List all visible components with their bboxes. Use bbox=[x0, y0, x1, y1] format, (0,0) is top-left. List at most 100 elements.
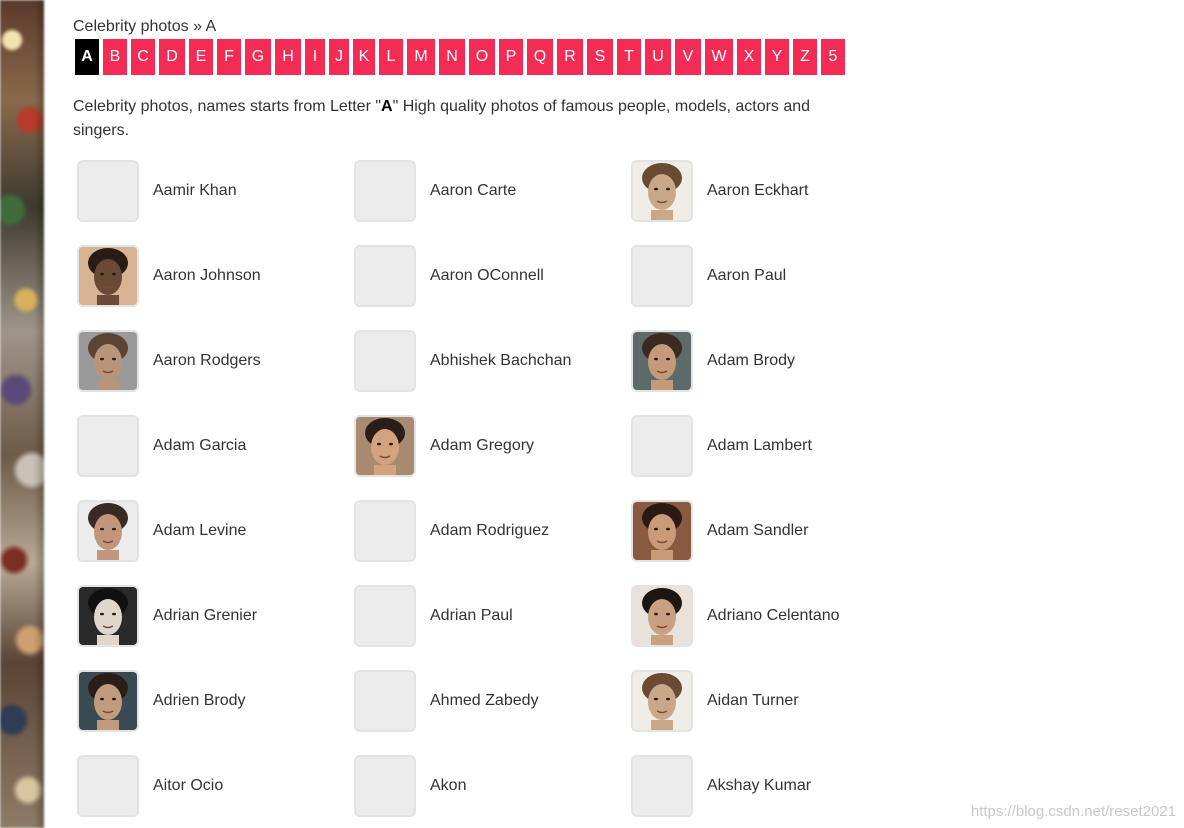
letter-link-e[interactable]: E bbox=[189, 39, 213, 75]
celebrity-photo-placeholder[interactable] bbox=[77, 415, 139, 477]
celebrity-item[interactable]: Adam Sandler bbox=[631, 498, 808, 564]
celebrity-photo[interactable] bbox=[631, 585, 693, 647]
celebrity-item[interactable]: Aaron Rodgers bbox=[77, 328, 261, 394]
celebrity-name[interactable]: Abhishek Bachchan bbox=[430, 352, 571, 370]
celebrity-name[interactable]: Adam Gregory bbox=[430, 437, 534, 455]
celebrity-photo-placeholder[interactable] bbox=[631, 755, 693, 817]
celebrity-item[interactable]: Adam Gregory bbox=[354, 413, 534, 479]
celebrity-photo[interactable] bbox=[631, 330, 693, 392]
letter-link-f[interactable]: F bbox=[217, 39, 241, 75]
celebrity-photo-placeholder[interactable] bbox=[354, 330, 416, 392]
celebrity-item[interactable]: Adam Brody bbox=[631, 328, 795, 394]
letter-link-z[interactable]: Z bbox=[793, 39, 817, 75]
celebrity-item[interactable]: Aidan Turner bbox=[631, 668, 799, 734]
celebrity-photo[interactable] bbox=[77, 585, 139, 647]
celebrity-name[interactable]: Aaron Johnson bbox=[153, 267, 261, 285]
celebrity-item[interactable]: Adam Garcia bbox=[77, 413, 246, 479]
letter-link-u[interactable]: U bbox=[645, 39, 671, 75]
celebrity-photo-placeholder[interactable] bbox=[354, 755, 416, 817]
celebrity-name[interactable]: Aaron Carte bbox=[430, 182, 516, 200]
celebrity-name[interactable]: Aaron Paul bbox=[707, 267, 786, 285]
letter-link-x[interactable]: X bbox=[737, 39, 761, 75]
celebrity-item[interactable]: Aaron OConnell bbox=[354, 243, 544, 309]
celebrity-name[interactable]: Aaron OConnell bbox=[430, 267, 544, 285]
celebrity-photo[interactable] bbox=[631, 500, 693, 562]
letter-link-g[interactable]: G bbox=[245, 39, 271, 75]
celebrity-name[interactable]: Akon bbox=[430, 777, 466, 795]
celebrity-item[interactable]: Abhishek Bachchan bbox=[354, 328, 571, 394]
celebrity-photo[interactable] bbox=[631, 160, 693, 222]
celebrity-name[interactable]: Akshay Kumar bbox=[707, 777, 811, 795]
letter-link-k[interactable]: K bbox=[353, 39, 375, 75]
celebrity-photo-placeholder[interactable] bbox=[77, 160, 139, 222]
celebrity-item[interactable]: Aaron Paul bbox=[631, 243, 786, 309]
letter-link-h[interactable]: H bbox=[275, 39, 301, 75]
letter-link-m[interactable]: M bbox=[407, 39, 435, 75]
celebrity-photo-placeholder[interactable] bbox=[354, 160, 416, 222]
celebrity-name[interactable]: Aidan Turner bbox=[707, 692, 799, 710]
celebrity-item[interactable]: Adriano Celentano bbox=[631, 583, 840, 649]
celebrity-name[interactable]: Aaron Eckhart bbox=[707, 182, 808, 200]
letter-link-j[interactable]: J bbox=[329, 39, 349, 75]
celebrity-item[interactable]: Aamir Khan bbox=[77, 158, 237, 224]
celebrity-name[interactable]: Adam Levine bbox=[153, 522, 246, 540]
celebrity-photo[interactable] bbox=[77, 245, 139, 307]
letter-link-a[interactable]: A bbox=[75, 39, 99, 75]
letter-link-o[interactable]: O bbox=[469, 39, 495, 75]
celebrity-item[interactable]: Adam Lambert bbox=[631, 413, 812, 479]
celebrity-photo-placeholder[interactable] bbox=[354, 500, 416, 562]
letter-link-y[interactable]: Y bbox=[765, 39, 789, 75]
celebrity-photo-placeholder[interactable] bbox=[354, 245, 416, 307]
letter-link-w[interactable]: W bbox=[705, 39, 733, 75]
breadcrumb-link-root[interactable]: Celebrity photos bbox=[73, 18, 189, 35]
letter-link-p[interactable]: P bbox=[499, 39, 523, 75]
letter-link-r[interactable]: R bbox=[557, 39, 583, 75]
letter-link-s[interactable]: S bbox=[587, 39, 613, 75]
letter-link-l[interactable]: L bbox=[379, 39, 403, 75]
letter-link-v[interactable]: V bbox=[675, 39, 701, 75]
celebrity-item[interactable]: Adrian Paul bbox=[354, 583, 513, 649]
celebrity-photo[interactable] bbox=[631, 670, 693, 732]
letter-link-n[interactable]: N bbox=[439, 39, 465, 75]
celebrity-name[interactable]: Aitor Ocio bbox=[153, 777, 223, 795]
celebrity-item[interactable]: Akon bbox=[354, 753, 466, 819]
celebrity-name[interactable]: Adrian Paul bbox=[430, 607, 513, 625]
celebrity-item[interactable]: Adrian Grenier bbox=[77, 583, 257, 649]
celebrity-name[interactable]: Adam Sandler bbox=[707, 522, 808, 540]
celebrity-photo[interactable] bbox=[77, 330, 139, 392]
letter-link-q[interactable]: Q bbox=[527, 39, 553, 75]
letter-link-c[interactable]: C bbox=[131, 39, 155, 75]
celebrity-name[interactable]: Adam Garcia bbox=[153, 437, 246, 455]
celebrity-name[interactable]: Adriano Celentano bbox=[707, 607, 840, 625]
celebrity-item[interactable]: Aaron Carte bbox=[354, 158, 516, 224]
celebrity-item[interactable]: Akshay Kumar bbox=[631, 753, 811, 819]
celebrity-name[interactable]: Aaron Rodgers bbox=[153, 352, 261, 370]
celebrity-name[interactable]: Aamir Khan bbox=[153, 182, 237, 200]
celebrity-photo-placeholder[interactable] bbox=[631, 245, 693, 307]
celebrity-name[interactable]: Adrian Grenier bbox=[153, 607, 257, 625]
letter-link-5[interactable]: 5 bbox=[821, 39, 845, 75]
letter-link-b[interactable]: B bbox=[103, 39, 127, 75]
celebrity-name[interactable]: Adam Lambert bbox=[707, 437, 812, 455]
celebrity-item[interactable]: Ahmed Zabedy bbox=[354, 668, 539, 734]
celebrity-item[interactable]: Adam Rodriguez bbox=[354, 498, 549, 564]
celebrity-photo-placeholder[interactable] bbox=[631, 415, 693, 477]
celebrity-name[interactable]: Adrien Brody bbox=[153, 692, 246, 710]
letter-link-i[interactable]: I bbox=[305, 39, 325, 75]
celebrity-photo[interactable] bbox=[354, 415, 416, 477]
letter-link-d[interactable]: D bbox=[159, 39, 185, 75]
celebrity-photo-placeholder[interactable] bbox=[77, 755, 139, 817]
celebrity-photo-placeholder[interactable] bbox=[354, 670, 416, 732]
celebrity-item[interactable]: Adam Levine bbox=[77, 498, 246, 564]
letter-link-t[interactable]: T bbox=[617, 39, 641, 75]
celebrity-item[interactable]: Aaron Johnson bbox=[77, 243, 261, 309]
celebrity-item[interactable]: Adrien Brody bbox=[77, 668, 246, 734]
celebrity-photo-placeholder[interactable] bbox=[354, 585, 416, 647]
celebrity-name[interactable]: Adam Brody bbox=[707, 352, 795, 370]
celebrity-item[interactable]: Aaron Eckhart bbox=[631, 158, 808, 224]
celebrity-item[interactable]: Aitor Ocio bbox=[77, 753, 223, 819]
celebrity-name[interactable]: Ahmed Zabedy bbox=[430, 692, 539, 710]
celebrity-photo[interactable] bbox=[77, 500, 139, 562]
celebrity-name[interactable]: Adam Rodriguez bbox=[430, 522, 549, 540]
celebrity-photo[interactable] bbox=[77, 670, 139, 732]
